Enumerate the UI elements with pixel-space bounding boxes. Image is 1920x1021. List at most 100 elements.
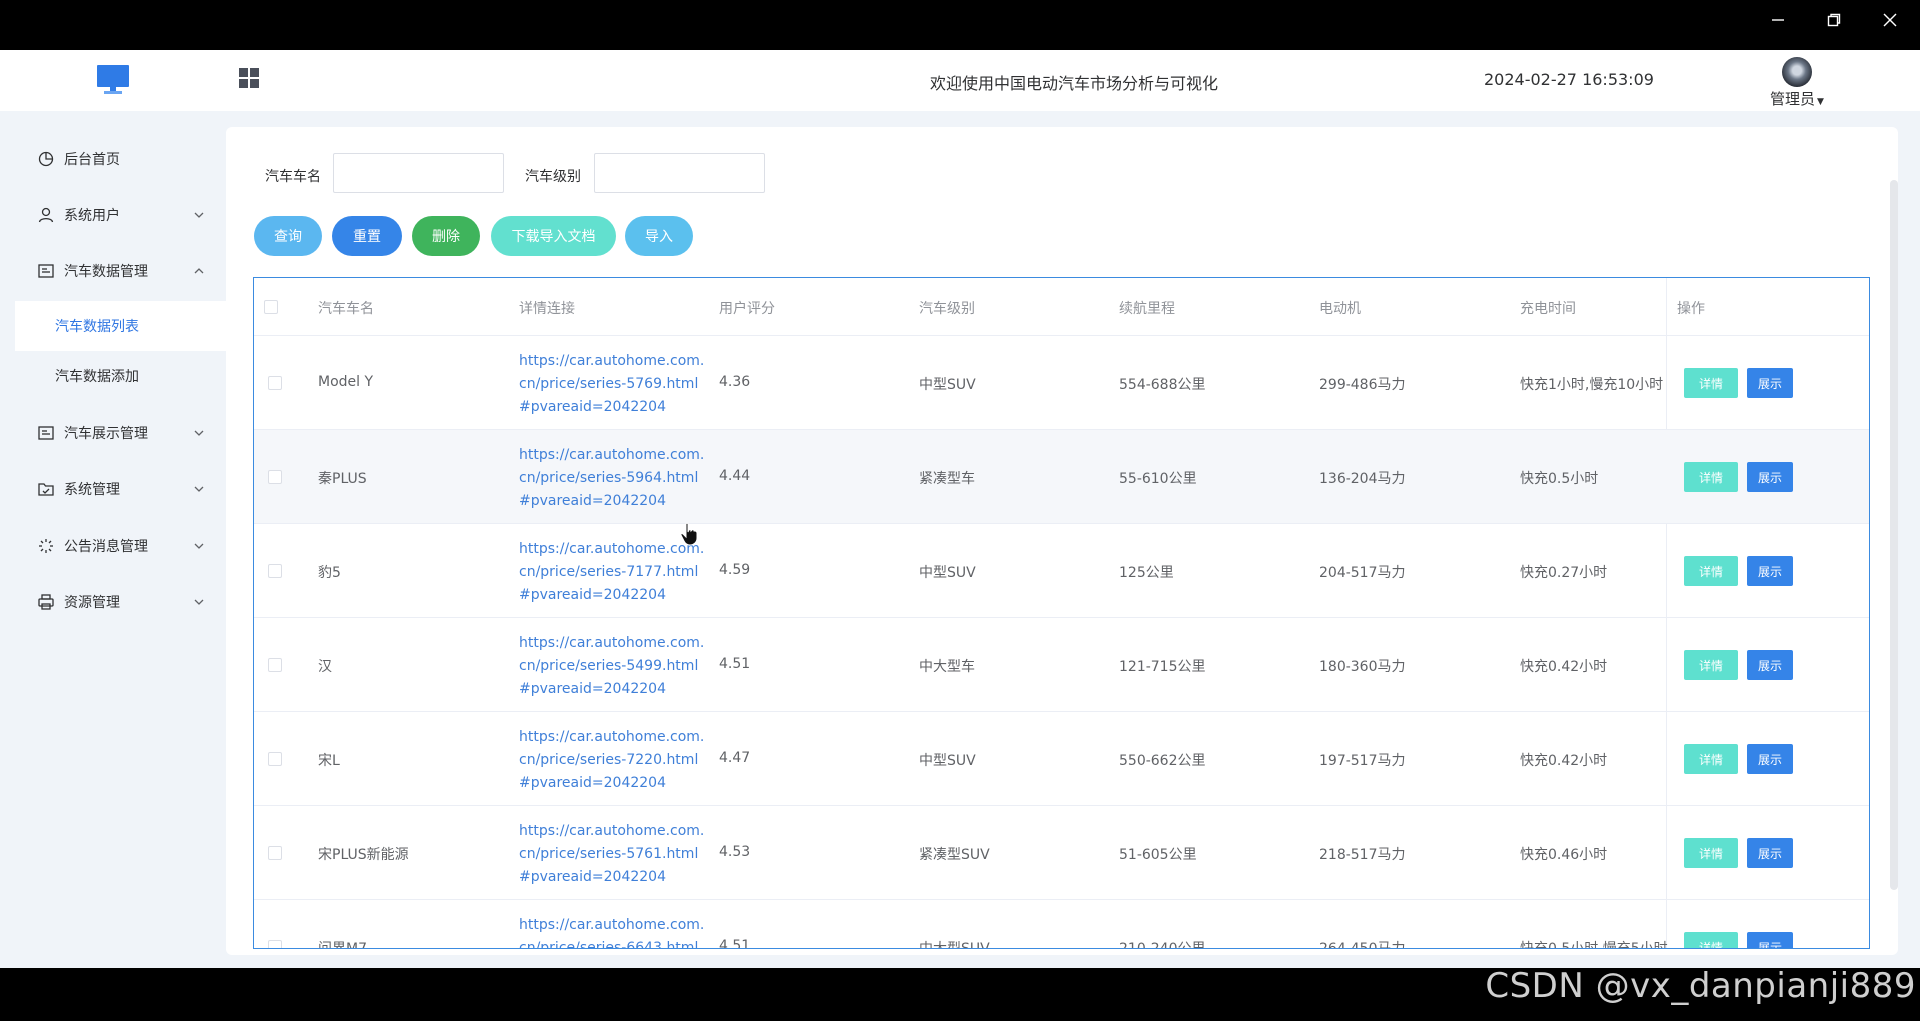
minimize-button[interactable] (1750, 0, 1806, 40)
sidebar-item-car-data[interactable]: 汽车数据管理 (15, 246, 226, 296)
grid-menu-icon[interactable] (238, 67, 260, 89)
cell-name: 宋L (318, 753, 340, 769)
sidebar-item-system-users[interactable]: 系统用户 (15, 190, 226, 240)
query-button[interactable]: 查询 (254, 216, 322, 256)
cell-level: 中型SUV (919, 565, 976, 581)
cell-motor: 218-517马力 (1319, 847, 1406, 863)
data-icon (38, 263, 54, 279)
cell-charge: 快充0.42小时 (1520, 659, 1608, 675)
import-button[interactable]: 导入 (625, 216, 693, 256)
cell-score: 4.59 (719, 562, 751, 578)
cell-score: 4.53 (719, 844, 751, 860)
car-name-input[interactable] (333, 153, 504, 193)
sidebar-item-system-manage[interactable]: 系统管理 (15, 464, 226, 514)
cell-score: 4.51 (719, 656, 751, 672)
cell-link[interactable]: https://car.autohome.com.cn/price/series… (519, 820, 707, 889)
monitor-logo-icon[interactable] (96, 64, 130, 96)
cell-score: 4.47 (719, 750, 751, 766)
col-header-motor: 电动机 (1319, 301, 1361, 317)
avatar[interactable] (1782, 57, 1812, 87)
cell-range: 554-688公里 (1119, 377, 1206, 393)
col-header-charge: 充电时间 (1520, 301, 1576, 317)
car-level-label: 汽车级别 (525, 169, 581, 185)
detail-button[interactable]: 详情 (1684, 650, 1738, 680)
cell-link[interactable]: https://car.autohome.com.cn/price/series… (519, 914, 707, 948)
detail-button[interactable]: 详情 (1684, 462, 1738, 492)
sidebar-item-notice[interactable]: 公告消息管理 (15, 521, 226, 571)
window-titlebar (0, 0, 1920, 50)
cell-level: 中型SUV (919, 377, 976, 393)
chevron-down-icon (194, 595, 204, 605)
cell-link[interactable]: https://car.autohome.com.cn/price/series… (519, 726, 707, 795)
table-row: 豹5 https://car.autohome.com.cn/price/ser… (254, 524, 1869, 618)
cell-motor: 197-517马力 (1319, 753, 1406, 769)
cell-score: 4.51 (719, 938, 751, 949)
cell-link[interactable]: https://car.autohome.com.cn/price/series… (519, 538, 707, 607)
cell-range: 51-605公里 (1119, 847, 1197, 863)
show-button[interactable]: 展示 (1747, 932, 1793, 948)
cell-charge: 快充0.27小时 (1520, 565, 1608, 581)
detail-button[interactable]: 详情 (1684, 368, 1738, 398)
sidebar-subitem-car-add[interactable]: 汽车数据添加 (15, 351, 226, 401)
cell-link[interactable]: https://car.autohome.com.cn/price/series… (519, 444, 707, 513)
restore-button[interactable] (1806, 0, 1862, 40)
download-template-button[interactable]: 下载导入文档 (491, 216, 616, 256)
table-row: 问界M7 https://car.autohome.com.cn/price/s… (254, 900, 1869, 949)
row-checkbox[interactable] (268, 752, 282, 766)
cell-range: 210-240公里 (1119, 941, 1206, 949)
close-button[interactable] (1862, 0, 1918, 40)
show-button[interactable]: 展示 (1747, 838, 1793, 868)
cell-name: 豹5 (318, 565, 341, 581)
detail-button[interactable]: 详情 (1684, 838, 1738, 868)
table-header: 汽车车名 详情连接 用户评分 汽车级别 续航里程 电动机 充电时间 操作 (254, 278, 1869, 336)
select-all-checkbox[interactable] (264, 300, 278, 314)
cell-charge: 快充0.5小时,慢充5小时 (1520, 941, 1668, 949)
show-button[interactable]: 展示 (1747, 368, 1793, 398)
table-row: 宋PLUS新能源 https://car.autohome.com.cn/pri… (254, 806, 1869, 900)
sidebar-item-label: 后台首页 (64, 152, 120, 168)
page-scrollbar[interactable] (1890, 180, 1898, 890)
show-button[interactable]: 展示 (1747, 462, 1793, 492)
sidebar-subitem-car-list[interactable]: 汽车数据列表 (15, 301, 226, 351)
col-header-level: 汽车级别 (919, 301, 975, 317)
sidebar-item-resources[interactable]: 资源管理 (15, 577, 226, 627)
cell-score: 4.44 (719, 468, 751, 484)
show-button[interactable]: 展示 (1747, 556, 1793, 586)
sidebar: 后台首页 系统用户 汽车数据管理 汽车数据列表 汽车数据添加 汽车展示管理 系统… (15, 111, 226, 968)
row-checkbox[interactable] (268, 846, 282, 860)
detail-button[interactable]: 详情 (1684, 932, 1738, 948)
sidebar-item-car-display[interactable]: 汽车展示管理 (15, 408, 226, 458)
row-checkbox[interactable] (268, 658, 282, 672)
detail-button[interactable]: 详情 (1684, 556, 1738, 586)
cell-range: 121-715公里 (1119, 659, 1206, 675)
sidebar-subitem-label: 汽车数据列表 (55, 319, 139, 335)
cell-level: 紧凑型SUV (919, 847, 990, 863)
row-checkbox[interactable] (268, 470, 282, 484)
cell-motor: 299-486马力 (1319, 377, 1406, 393)
show-button[interactable]: 展示 (1747, 744, 1793, 774)
datetime-text: 2024-02-27 16:53:09 (1484, 70, 1654, 89)
show-button[interactable]: 展示 (1747, 650, 1793, 680)
detail-button[interactable]: 详情 (1684, 744, 1738, 774)
folder-icon (38, 481, 54, 497)
cell-charge: 快充1小时,慢充10小时 (1520, 377, 1664, 393)
cell-link[interactable]: https://car.autohome.com.cn/price/series… (519, 632, 707, 701)
sidebar-item-label: 汽车数据管理 (64, 264, 148, 280)
chevron-down-icon (194, 208, 204, 218)
table-row: Model Y https://car.autohome.com.cn/pric… (254, 336, 1869, 430)
row-checkbox[interactable] (268, 376, 282, 390)
hand-cursor-icon (680, 522, 698, 546)
cell-link[interactable]: https://car.autohome.com.cn/price/series… (519, 350, 707, 419)
col-header-name: 汽车车名 (318, 301, 374, 317)
delete-button[interactable]: 删除 (412, 216, 480, 256)
row-checkbox[interactable] (268, 940, 282, 948)
cell-range: 125公里 (1119, 565, 1174, 581)
row-checkbox[interactable] (268, 564, 282, 578)
col-header-actions: 操作 (1677, 301, 1705, 317)
sidebar-item-home[interactable]: 后台首页 (15, 134, 226, 184)
app-window: 欢迎使用中国电动汽车市场分析与可视化 2024-02-27 16:53:09 管… (0, 50, 1920, 968)
user-name: 管理员 (1770, 90, 1816, 108)
user-dropdown[interactable]: 管理员 ▼ (1770, 88, 1824, 109)
car-level-input[interactable] (594, 153, 765, 193)
reset-button[interactable]: 重置 (332, 216, 402, 256)
